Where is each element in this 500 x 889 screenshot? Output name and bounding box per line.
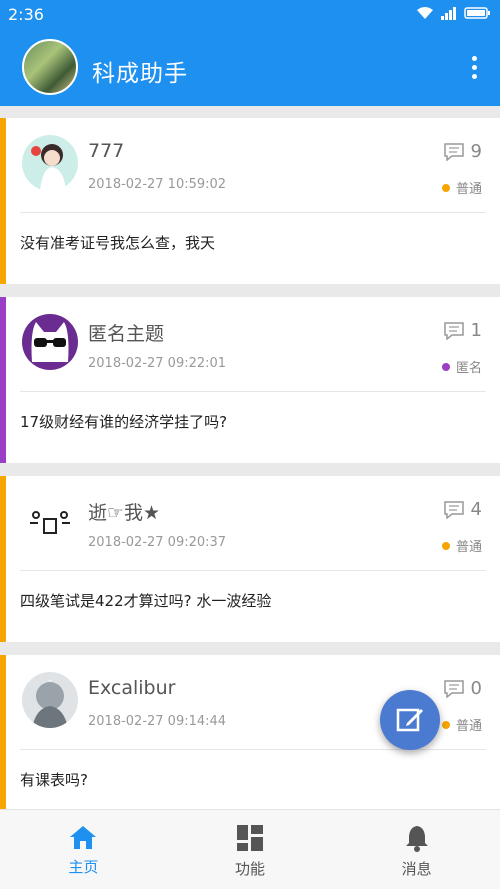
comment-count[interactable]: 4 bbox=[443, 499, 482, 520]
grid-icon bbox=[237, 825, 263, 851]
post-author: 匿名主题 bbox=[88, 323, 165, 345]
tag-dot bbox=[441, 183, 450, 192]
tag-label: 普通 bbox=[455, 182, 482, 197]
tag-dot bbox=[441, 720, 450, 729]
post-tag: 普通 bbox=[441, 536, 482, 555]
edit-icon bbox=[396, 708, 423, 732]
status-icons bbox=[416, 6, 492, 20]
nav-home-label: 主页 bbox=[68, 858, 99, 876]
post-card[interactable]: 逝☞我★ 2018-02-27 09:20:37 4 普通 四级笔试是422才算… bbox=[0, 476, 500, 642]
post-author: Excalibur bbox=[88, 677, 176, 699]
status-time: 2:36 bbox=[8, 5, 44, 24]
post-time: 2018-02-27 10:59:02 bbox=[88, 177, 227, 192]
bottom-navigation: 主页 功能 消息 bbox=[0, 809, 500, 889]
app-title: 科成助手 bbox=[92, 61, 188, 87]
avatar[interactable] bbox=[22, 672, 78, 728]
app-bar: 科成助手 bbox=[0, 30, 500, 106]
post-tag: 匿名 bbox=[441, 357, 482, 376]
divider bbox=[20, 391, 486, 392]
post-card[interactable]: 777 2018-02-27 10:59:02 9 普通 没有准考证号我怎么查，… bbox=[0, 118, 500, 284]
home-icon bbox=[70, 826, 97, 849]
comment-icon bbox=[443, 142, 464, 161]
nav-home[interactable]: 主页 bbox=[0, 810, 167, 889]
post-time: 2018-02-27 09:20:37 bbox=[88, 535, 227, 550]
comment-count[interactable]: 1 bbox=[443, 320, 482, 341]
signal-icon bbox=[441, 7, 456, 20]
comment-count-value: 0 bbox=[470, 678, 482, 699]
comment-icon bbox=[443, 321, 464, 340]
divider bbox=[20, 570, 486, 571]
post-tag: 普通 bbox=[441, 715, 482, 734]
nav-messages[interactable]: 消息 bbox=[333, 810, 500, 889]
comment-icon bbox=[443, 679, 464, 698]
post-content: 17级财经有谁的经济学挂了吗? bbox=[20, 413, 228, 431]
post-tag: 普通 bbox=[441, 178, 482, 197]
tag-dot bbox=[441, 541, 450, 550]
post-card[interactable]: 匿名主题 2018-02-27 09:22:01 1 匿名 17级财经有谁的经济… bbox=[0, 297, 500, 463]
avatar[interactable] bbox=[22, 493, 78, 549]
post-time: 2018-02-27 09:14:44 bbox=[88, 714, 227, 729]
post-content: 四级笔试是422才算过吗? 水一波经验 bbox=[20, 592, 272, 610]
comment-count[interactable]: 0 bbox=[443, 678, 482, 699]
comment-count-value: 1 bbox=[470, 320, 482, 341]
comment-count[interactable]: 9 bbox=[443, 141, 482, 162]
tag-label: 普通 bbox=[455, 719, 482, 734]
avatar[interactable] bbox=[22, 314, 78, 370]
bell-icon bbox=[405, 826, 428, 852]
tag-label: 匿名 bbox=[455, 361, 482, 376]
wifi-icon bbox=[417, 7, 433, 19]
post-author: 777 bbox=[88, 140, 125, 162]
more-options-icon[interactable] bbox=[472, 56, 478, 80]
nav-messages-label: 消息 bbox=[401, 860, 432, 878]
avatar[interactable] bbox=[22, 135, 78, 191]
tag-dot bbox=[441, 362, 450, 371]
post-content: 有课表吗? bbox=[20, 771, 88, 789]
post-author: 逝☞我★ bbox=[88, 502, 161, 524]
divider bbox=[20, 212, 486, 213]
compose-post-button[interactable] bbox=[380, 690, 440, 750]
user-avatar[interactable] bbox=[22, 39, 78, 95]
tag-label: 普通 bbox=[455, 540, 482, 555]
post-time: 2018-02-27 09:22:01 bbox=[88, 356, 227, 371]
status-bar: 2:36 bbox=[0, 0, 500, 30]
comment-count-value: 9 bbox=[470, 141, 482, 162]
comment-count-value: 4 bbox=[470, 499, 482, 520]
battery-icon bbox=[464, 7, 490, 19]
post-content: 没有准考证号我怎么查，我天 bbox=[20, 234, 216, 252]
nav-functions-label: 功能 bbox=[235, 860, 266, 878]
comment-icon bbox=[443, 500, 464, 519]
nav-functions[interactable]: 功能 bbox=[167, 810, 334, 889]
